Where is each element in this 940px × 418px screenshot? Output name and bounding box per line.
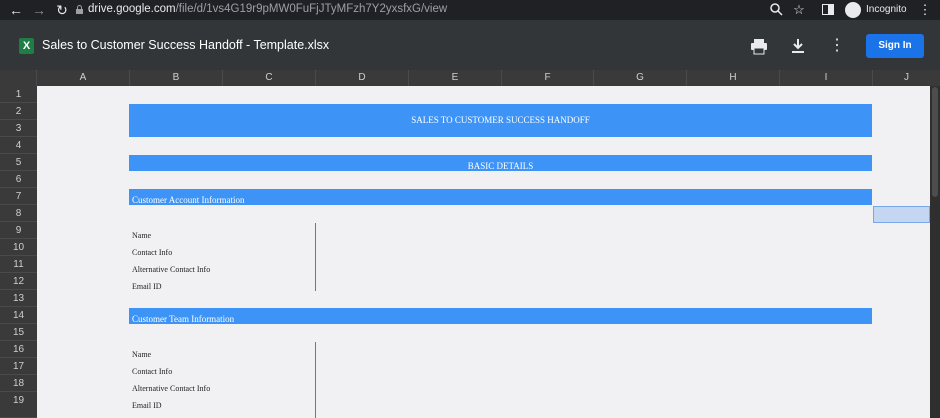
address-bar[interactable]: drive.google.com/file/d/1vs4G19r9pMW0FuF… (88, 3, 447, 15)
more-options-icon[interactable]: ⋮ (828, 37, 846, 55)
reload-icon[interactable]: ↻ (54, 2, 70, 18)
column-header-b[interactable]: B (130, 70, 223, 86)
column-header-g[interactable]: G (594, 70, 687, 86)
row-header-13[interactable]: 13 (0, 290, 37, 307)
account-name-label: Name (132, 231, 152, 240)
star-icon[interactable]: ☆ (791, 2, 807, 18)
row-header-3[interactable]: 3 (0, 120, 37, 137)
row-header-14[interactable]: 14 (0, 307, 37, 324)
browser-menu-icon[interactable]: ⋮ (917, 2, 933, 18)
row-header-17[interactable]: 17 (0, 358, 37, 375)
row-header-12[interactable]: 12 (0, 273, 37, 290)
account-info-header: Customer Account Information (129, 189, 872, 205)
column-header-h[interactable]: H (687, 70, 780, 86)
team-email-label: Email ID (132, 401, 162, 410)
team-info-header: Customer Team Information (129, 308, 872, 324)
title-banner: SALES TO CUSTOMER SUCCESS HANDOFF (129, 104, 872, 137)
incognito-label: Incognito (866, 4, 907, 15)
excel-file-icon: X (19, 38, 34, 54)
section-banner: BASIC DETAILS (129, 155, 872, 171)
row-header-16[interactable]: 16 (0, 341, 37, 358)
zoom-icon[interactable] (770, 3, 783, 16)
column-header-i[interactable]: I (780, 70, 873, 86)
url-path: /file/d/1vs4G19r9pMW0FuFjJTyMFzh7Y2yxsfx… (175, 3, 448, 15)
row-header-9[interactable]: 9 (0, 222, 37, 239)
row-header-5[interactable]: 5 (0, 154, 37, 171)
account-divider (315, 223, 316, 291)
row-header-7[interactable]: 7 (0, 188, 37, 205)
side-panel-icon[interactable] (822, 4, 834, 15)
row-header-1[interactable]: 1 (0, 86, 37, 103)
select-all-corner[interactable] (0, 70, 37, 86)
incognito-icon (845, 2, 861, 18)
column-header-a[interactable]: A (37, 70, 130, 86)
row-header-6[interactable]: 6 (0, 171, 37, 188)
download-icon[interactable] (789, 37, 807, 55)
team-name-label: Name (132, 350, 152, 359)
team-contact-label: Contact Info (132, 367, 173, 376)
row-header-11[interactable]: 11 (0, 256, 37, 273)
print-icon[interactable] (750, 37, 768, 55)
team-alt-contact-label: Alternative Contact Info (132, 384, 211, 393)
column-header-d[interactable]: D (316, 70, 409, 86)
row-header-18[interactable]: 18 (0, 375, 37, 392)
forward-arrow-icon[interactable]: → (31, 2, 47, 18)
column-header-j[interactable]: J (873, 70, 940, 86)
scrollbar-thumb[interactable] (932, 87, 938, 197)
file-title: Sales to Customer Success Handoff - Temp… (42, 38, 330, 52)
row-header-19[interactable]: 19 (0, 392, 37, 418)
column-header-e[interactable]: E (409, 70, 502, 86)
browser-toolbar: ← → ↻ drive.google.com/file/d/1vs4G19r9p… (0, 0, 940, 20)
column-header-f[interactable]: F (502, 70, 594, 86)
account-contact-label: Contact Info (132, 248, 173, 257)
row-header-4[interactable]: 4 (0, 137, 37, 154)
account-email-label: Email ID (132, 282, 162, 291)
lock-icon (76, 5, 83, 14)
selected-cell[interactable] (873, 206, 930, 223)
account-alt-contact-label: Alternative Contact Info (132, 265, 211, 274)
row-header-8[interactable]: 8 (0, 205, 37, 222)
team-divider (315, 342, 316, 418)
url-host: drive.google.com (88, 3, 176, 15)
back-arrow-icon[interactable]: ← (8, 2, 24, 18)
row-header-10[interactable]: 10 (0, 239, 37, 256)
column-header-c[interactable]: C (223, 70, 316, 86)
row-header-2[interactable]: 2 (0, 103, 37, 120)
sign-in-button[interactable]: Sign In (866, 34, 924, 58)
row-header-15[interactable]: 15 (0, 324, 37, 341)
